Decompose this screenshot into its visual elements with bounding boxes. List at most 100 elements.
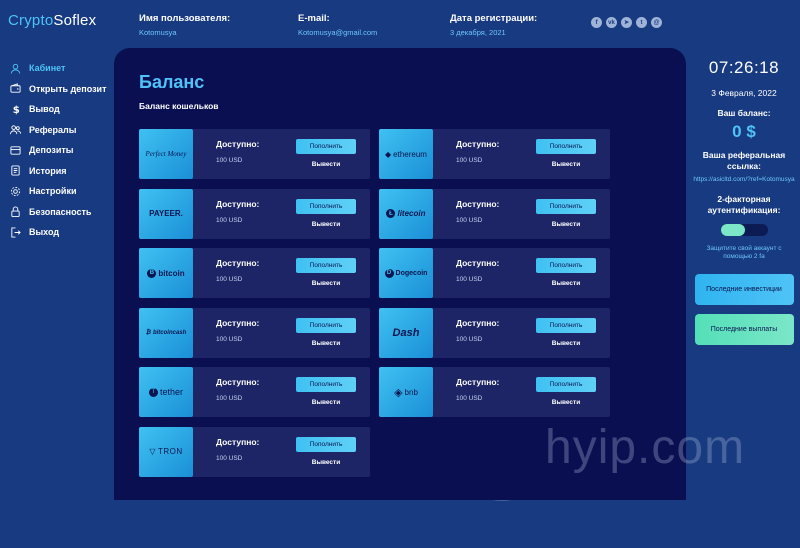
deposit-button[interactable]: Пополнить <box>536 317 596 333</box>
toggle-knob <box>720 224 745 236</box>
wallet-card-bitcoincash: ₿ bitcoincash Доступно: 100 USD Пополнить… <box>139 307 370 358</box>
dogecoin-icon: D <box>384 268 394 278</box>
withdraw-button[interactable]: Вывести <box>296 218 356 231</box>
logo[interactable]: CryptoSoflex <box>8 12 96 29</box>
two-factor-label: 2-факторная аутентификация: <box>707 194 781 215</box>
users-icon <box>8 124 22 136</box>
bitcoincash-icon: ₿ <box>145 329 151 336</box>
withdraw-button[interactable]: Вывести <box>296 277 356 290</box>
wallet-card-tron: ▽ TRON Доступно: 100 USD Пополнить Вывест… <box>139 426 370 477</box>
wallets-subtitle: Баланс кошельков <box>139 101 219 111</box>
two-factor-note: Защитите свой аккаунт с помощью 2 fa <box>706 245 782 260</box>
balance-value: 0 $ <box>732 122 756 141</box>
social-links: f vk ➤ t @ <box>591 17 662 28</box>
registration-date: 3 декабря, 2021 <box>450 28 506 37</box>
deposit-button[interactable]: Пополнить <box>536 198 596 214</box>
sidebar-item-label: Выход <box>29 227 60 238</box>
perfect-money-logo: Perfect Money <box>139 129 193 179</box>
deposit-button[interactable]: Пополнить <box>536 377 596 392</box>
email-label: E-mail: <box>298 13 330 24</box>
withdraw-button[interactable]: Вывести <box>536 218 596 231</box>
deposit-button[interactable]: Пополнить <box>296 317 356 333</box>
svg-text:$: $ <box>12 105 19 115</box>
sidebar-item-logout[interactable]: Выход <box>8 222 113 243</box>
withdraw-button[interactable]: Вывести <box>296 337 356 350</box>
ethereum-icon: ◆ <box>385 149 392 159</box>
sidebar-item-deposits[interactable]: Депозиты <box>8 140 113 161</box>
deposit-button[interactable]: Пополнить <box>536 139 596 154</box>
last-payouts-button[interactable]: Последние выплаты <box>694 314 794 345</box>
wallet-amount: 100 USD <box>456 216 483 224</box>
sidebar-item-cabinet[interactable]: Кабинет <box>8 58 113 79</box>
sidebar-item-security[interactable]: Безопасность <box>8 202 113 223</box>
referral-link[interactable]: https://asicltd.com/?ref=Kotomusya <box>693 176 795 184</box>
bnb-icon: ◈ <box>394 386 403 399</box>
logo-part-soflex: Soflex <box>53 12 97 29</box>
available-label: Доступно: <box>456 139 500 149</box>
withdraw-button[interactable]: Вывести <box>296 158 356 171</box>
available-label: Доступно: <box>216 139 260 149</box>
email-value: Kotomusya@gmail.com <box>298 28 378 37</box>
available-label: Доступно: <box>216 377 260 387</box>
header-registration: Дата регистрации: 3 декабря, 2021 <box>450 13 537 37</box>
sidebar-item-referrals[interactable]: Рефералы <box>8 120 113 141</box>
sidebar-item-open-deposit[interactable]: Открыть депозит <box>8 79 113 100</box>
wallet-amount: 100 USD <box>216 276 243 283</box>
withdraw-button[interactable]: Вывести <box>296 396 356 409</box>
last-investments-button[interactable]: Последние инвестиции <box>694 274 794 305</box>
wallet-amount: 100 USD <box>216 216 243 224</box>
withdraw-button[interactable]: Вывести <box>536 277 596 290</box>
wallet-amount: 100 USD <box>456 276 483 283</box>
sidebar-item-label: Открыть депозит <box>29 83 107 94</box>
twitter-icon[interactable]: t <box>636 17 647 28</box>
current-date: 3 Февраля, 2022 <box>711 88 777 98</box>
balance-label: Ваш баланс: <box>717 108 771 118</box>
tether-logo: Ttether <box>139 367 193 417</box>
sidebar-item-label: Рефералы <box>29 124 77 135</box>
settings-icon <box>8 185 22 197</box>
clock: 07:26:18 <box>708 58 780 77</box>
sidebar-item-label: Кабинет <box>29 63 66 74</box>
deposit-button[interactable]: Пополнить <box>296 139 356 154</box>
withdraw-button[interactable]: Вывести <box>536 396 596 409</box>
deposit-button[interactable]: Пополнить <box>536 258 596 273</box>
wallet-amount: 100 USD <box>216 454 243 462</box>
litecoin-logo: Łlitecoin <box>379 188 433 239</box>
deposit-button[interactable]: Пополнить <box>296 377 356 392</box>
two-factor-toggle[interactable] <box>720 224 768 236</box>
available-label: Доступно: <box>216 436 260 447</box>
available-label: Доступно: <box>216 258 260 268</box>
sidebar-item-label: Настройки <box>29 186 77 197</box>
wallet-amount: 100 USD <box>216 335 243 343</box>
available-label: Доступно: <box>456 377 500 387</box>
sidebar-item-settings[interactable]: Настройки <box>8 181 113 202</box>
header-email: E-mail: Kotomusya@gmail.com <box>298 13 377 37</box>
wallet-card-bitcoin: Bbitcoin Доступно: 100 USD Пополнить Выв… <box>139 248 370 298</box>
deposit-button[interactable]: Пополнить <box>296 198 356 214</box>
sidebar-item-history[interactable]: История <box>8 161 113 182</box>
wallet-card-dogecoin: D Dogecoin Доступно: 100 USD Пополнить Вы… <box>379 248 610 298</box>
bitcoin-logo: Bbitcoin <box>139 248 193 298</box>
facebook-icon[interactable]: f <box>591 17 602 28</box>
referral-label: Ваша реферальная ссылка: <box>702 150 786 171</box>
wallet-amount: 100 USD <box>456 335 483 343</box>
email-icon[interactable]: @ <box>651 17 662 28</box>
withdraw-button[interactable]: Вывести <box>536 158 596 171</box>
wallet-amount: 100 USD <box>456 395 483 402</box>
withdraw-button[interactable]: Вывести <box>536 337 596 350</box>
logout-icon <box>8 226 22 238</box>
registration-label: Дата регистрации: <box>450 13 538 24</box>
lock-icon <box>8 206 22 218</box>
withdraw-button[interactable]: Вывести <box>296 456 356 469</box>
bitcoin-icon: B <box>147 268 157 278</box>
wallet-icon <box>8 83 22 95</box>
sidebar-item-withdraw[interactable]: $ Вывод <box>8 99 113 120</box>
bitcoincash-logo: ₿ bitcoincash <box>139 307 193 358</box>
telegram-icon[interactable]: ➤ <box>621 17 632 28</box>
deposit-button[interactable]: Пополнить <box>296 258 356 273</box>
history-icon <box>8 165 22 177</box>
vk-icon[interactable]: vk <box>606 17 617 28</box>
sidebar-item-label: Безопасность <box>29 206 92 217</box>
deposit-button[interactable]: Пополнить <box>296 436 356 452</box>
wallet-card-payeer: PAYEER. Доступно: 100 USD Пополнить Выве… <box>139 188 370 239</box>
